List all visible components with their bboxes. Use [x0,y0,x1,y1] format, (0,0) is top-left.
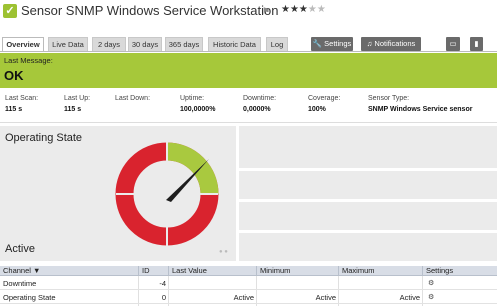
cell-id: 0 [161,293,166,302]
stat-label: Coverage: [308,95,341,102]
tab-overview[interactable]: Overview [2,37,44,52]
cell-minimum [256,277,338,290]
graph-panel [239,233,497,261]
gauge-ok-arc [166,142,219,195]
column-header-channel[interactable]: Channel ▼ [0,266,138,276]
stat-last-up: Last Up: 115 s [64,95,90,113]
last-message-value: OK [4,68,24,83]
gauge-footer-label: Active [5,243,35,255]
stat-label: Sensor Type: [368,95,410,102]
sort-down-icon: ▼ [33,266,41,275]
gauge-options-icon[interactable]: ● ● [219,249,228,255]
sensor-stats: Last Scan: 115 s Last Up: 115 s Last Dow… [0,95,497,123]
wrench-icon: 🔧 [312,39,323,48]
stat-value: 0,0000% [243,106,271,113]
stat-downtime: Downtime: 0,0000% [243,95,276,113]
table-row[interactable]: Operating State 0 Active Active Active ⚙ [0,291,497,304]
stat-sensor-type: Sensor Type: SNMP Windows Service sensor [368,95,472,113]
tab-bar: Overview Live Data 2 days 30 days 365 da… [0,37,497,52]
table-row[interactable]: Downtime -4 ⚙ [0,277,497,290]
stat-label: Last Scan: [5,95,39,102]
stat-label: Last Down: [115,95,151,102]
column-header-maximum[interactable]: Maximum [338,266,422,276]
graph-panel [239,171,497,199]
gauge-title: Operating State [5,132,83,144]
tab-365-days[interactable]: 365 days [165,37,203,51]
trash-icon: ▮ [474,39,479,48]
flag-icon[interactable]: ⚑ [262,6,270,17]
comment-button[interactable]: ▭ [446,37,460,51]
stat-value: 100% [308,106,326,113]
page-title: Sensor SNMP Windows Service Workstation [21,3,279,18]
settings-button-label: Settings [324,39,352,48]
star-empty-icon[interactable]: ★★ [308,4,326,15]
gear-icon[interactable]: ⚙ [428,291,434,304]
tab-30-days[interactable]: 30 days [128,37,162,51]
column-header-id[interactable]: ID [138,266,168,276]
star-filled-icon[interactable]: ★★★ [281,4,308,15]
cell-channel[interactable]: Downtime [3,277,36,290]
cell-minimum: Active [315,293,336,302]
column-header-last-value[interactable]: Last Value [168,266,256,276]
cell-id: -4 [159,279,166,288]
column-header-settings[interactable]: Settings [422,266,497,276]
stat-label: Downtime: [243,95,277,102]
stat-coverage: Coverage: 100% [308,95,340,113]
cell-last-value [168,277,256,290]
notifications-button-label: Notifications [374,39,416,48]
settings-button[interactable]: 🔧 Settings [311,37,353,51]
stat-value: 115 s [64,106,82,113]
notifications-button[interactable]: ♫ Notifications [361,37,421,51]
cell-maximum [338,277,422,290]
stat-last-down: Last Down: [115,95,150,106]
gear-icon[interactable]: ⚙ [428,277,434,290]
operating-state-gauge [115,142,219,246]
graph-panel [239,202,497,230]
page-header: ✓ Sensor SNMP Windows Service Workstatio… [0,0,497,30]
tab-log[interactable]: Log [266,37,288,51]
comment-icon: ▭ [449,39,457,48]
graph-panel [239,126,497,168]
tab-live-data[interactable]: Live Data [48,37,88,51]
last-message-panel: Last Message: OK [0,53,497,88]
last-message-label: Last Message: [4,56,53,65]
table-header: Channel ▼ ID Last Value Minimum Maximum … [0,266,497,276]
bell-icon: ♫ [366,39,373,48]
stat-value: 100,0000% [180,106,216,113]
stat-last-scan: Last Scan: 115 s [5,95,38,113]
channel-table: Channel ▼ ID Last Value Minimum Maximum … [0,266,497,306]
stat-label: Uptime: [180,95,205,102]
cell-maximum: Active [399,293,420,302]
stat-uptime: Uptime: 100,0000% [180,95,215,113]
stat-label: Last Up: [64,95,91,102]
column-header-minimum[interactable]: Minimum [256,266,338,276]
priority-stars[interactable]: ★★★★★ [281,4,326,15]
tab-divider [0,51,497,52]
stat-value: SNMP Windows Service sensor [368,106,473,113]
delete-button[interactable]: ▮ [470,37,483,51]
cell-last-value: Active [233,293,254,302]
tab-historic-data[interactable]: Historic Data [208,37,261,51]
tab-2-days[interactable]: 2 days [92,37,126,51]
header-label: Channel [3,266,31,275]
cell-channel[interactable]: Operating State [3,291,56,304]
check-icon: ✓ [3,4,17,18]
stat-value: 115 s [5,106,23,113]
